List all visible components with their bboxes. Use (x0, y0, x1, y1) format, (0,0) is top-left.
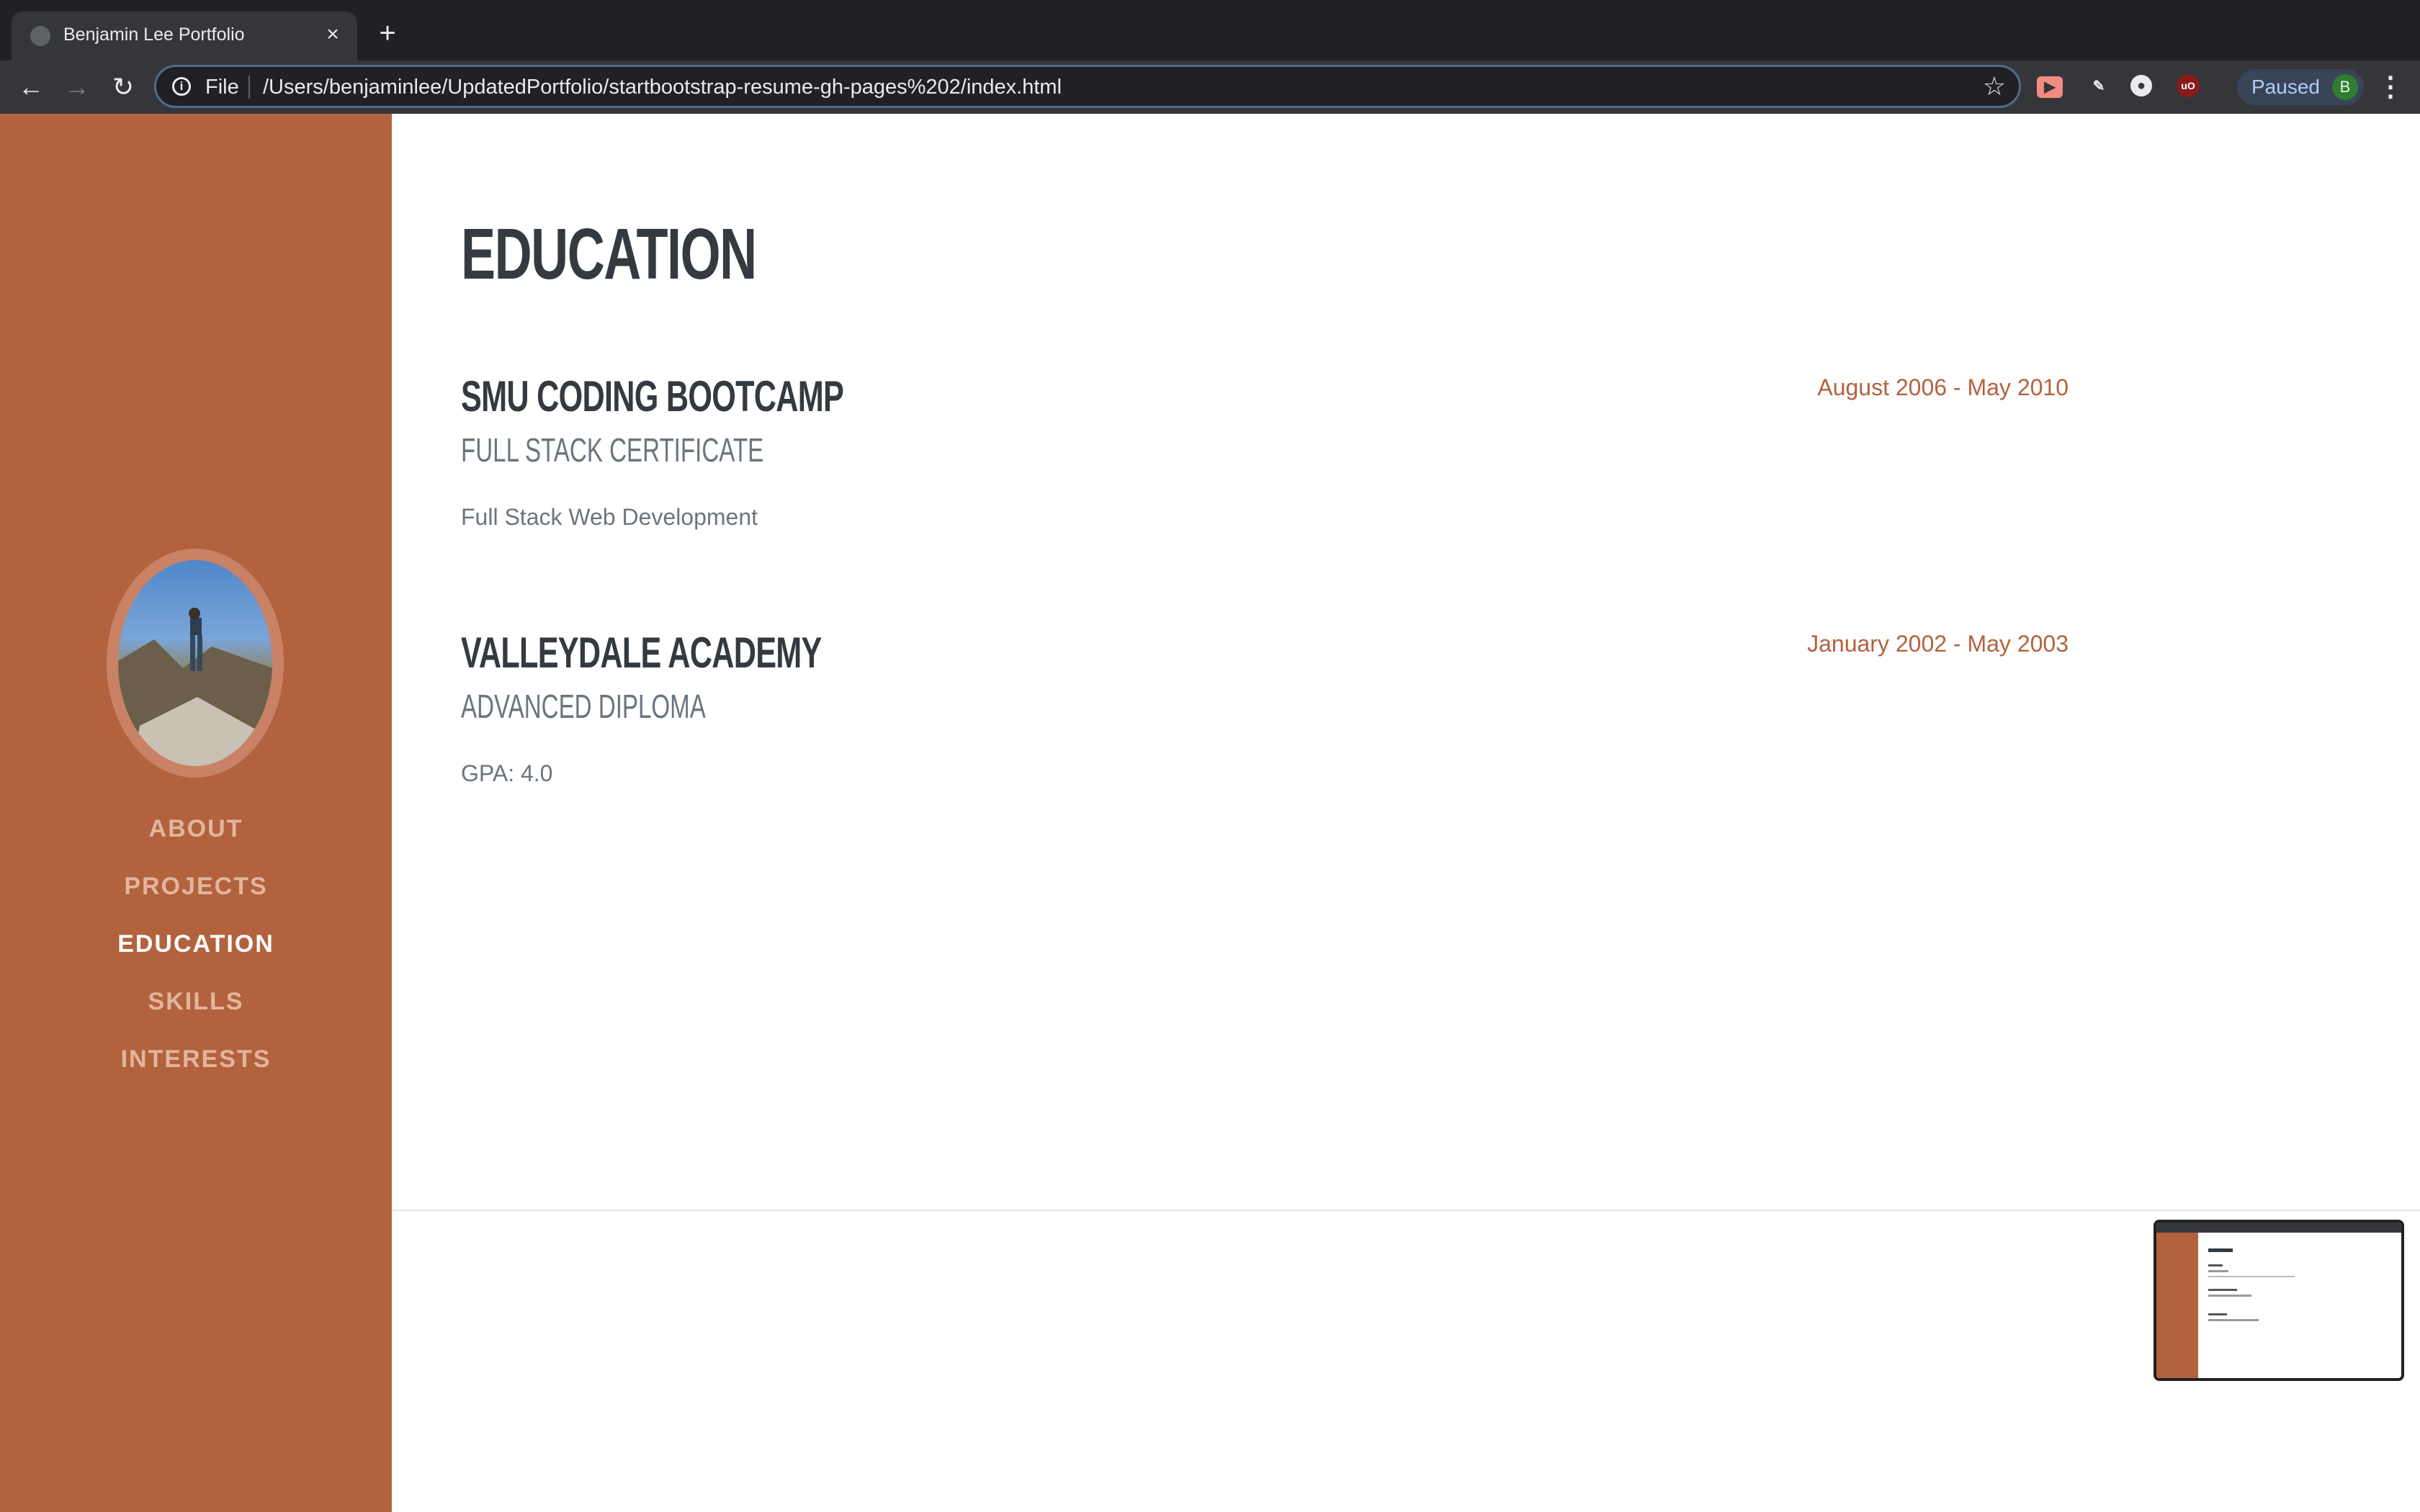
thumbnail-sidebar (2156, 1233, 2198, 1378)
section-title: EDUCATION (461, 214, 757, 294)
education-detail: Full Stack Web Development (461, 504, 758, 530)
profile-photo-image (118, 560, 272, 766)
nav-education[interactable]: EDUCATION (0, 930, 392, 958)
nav-about[interactable]: ABOUT (0, 815, 392, 843)
extension-record-icon[interactable]: ▶ (2037, 76, 2063, 98)
close-icon[interactable]: × (318, 20, 347, 49)
back-button[interactable]: ← (14, 71, 48, 104)
sidebar: ABOUT PROJECTS EDUCATION SKILLS INTEREST… (0, 114, 392, 1512)
thumbnail-line (2208, 1264, 2223, 1266)
star-icon[interactable]: ☆ (1983, 71, 2006, 102)
nav-skills[interactable]: SKILLS (0, 988, 392, 1016)
education-school: VALLEYDALE ACADEMY (461, 629, 822, 677)
browser-tab[interactable]: Benjamin Lee Portfolio × (12, 12, 357, 60)
education-degree: FULL STACK CERTIFICATE (461, 431, 764, 469)
info-icon[interactable]: i (172, 77, 191, 96)
scheme-label: File (205, 76, 239, 99)
thumbnail-line (2208, 1248, 2233, 1252)
address-bar[interactable]: i File /Users/benjaminlee/UpdatedPortfol… (154, 65, 2021, 108)
ublock-icon[interactable]: uO (2177, 74, 2200, 97)
forward-button[interactable]: → (60, 71, 94, 104)
profile-button[interactable]: Paused B (2237, 69, 2364, 105)
education-detail: GPA: 4.0 (461, 760, 553, 786)
tab-title: Benjamin Lee Portfolio (63, 24, 245, 45)
thumbnail-line (2208, 1313, 2227, 1315)
thumbnail-line (2208, 1295, 2251, 1297)
main-content: EDUCATION SMU CODING BOOTCAMP FULL STACK… (392, 114, 2420, 1512)
education-school: SMU CODING BOOTCAMP (461, 372, 844, 420)
url-text[interactable]: /Users/benjaminlee/UpdatedPortfolio/star… (263, 76, 1062, 99)
thumbnail-line (2208, 1289, 2237, 1291)
globe-icon (30, 26, 50, 46)
education-degree: ADVANCED DIPLOMA (461, 688, 706, 725)
tab-strip: Benjamin Lee Portfolio × + (0, 0, 2420, 60)
thumbnail-line (2208, 1276, 2295, 1277)
profile-avatar: B (2332, 74, 2358, 100)
thumbnail-line (2208, 1319, 2259, 1321)
kebab-menu-icon[interactable]: ⋮ (2377, 69, 2404, 105)
extension-pen-icon[interactable]: ✎ (2084, 72, 2113, 101)
education-dates: January 2002 - May 2003 (1807, 631, 2069, 657)
education-dates: August 2006 - May 2010 (1817, 374, 2069, 400)
nav-projects[interactable]: PROJECTS (0, 873, 392, 901)
omnibox-divider (248, 76, 250, 99)
screenshot-thumbnail[interactable] (2154, 1220, 2404, 1381)
thumbnail-line (2208, 1270, 2228, 1272)
extension-circle-icon[interactable]: ● (2130, 75, 2152, 96)
section-divider (392, 1210, 2420, 1211)
reload-button[interactable]: ↻ (107, 71, 140, 104)
profile-photo (107, 549, 284, 778)
profile-status: Paused (2251, 76, 2320, 98)
nav-interests[interactable]: INTERESTS (0, 1045, 392, 1074)
new-tab-button[interactable]: + (372, 17, 403, 49)
thumbnail-toolbar (2156, 1223, 2401, 1233)
